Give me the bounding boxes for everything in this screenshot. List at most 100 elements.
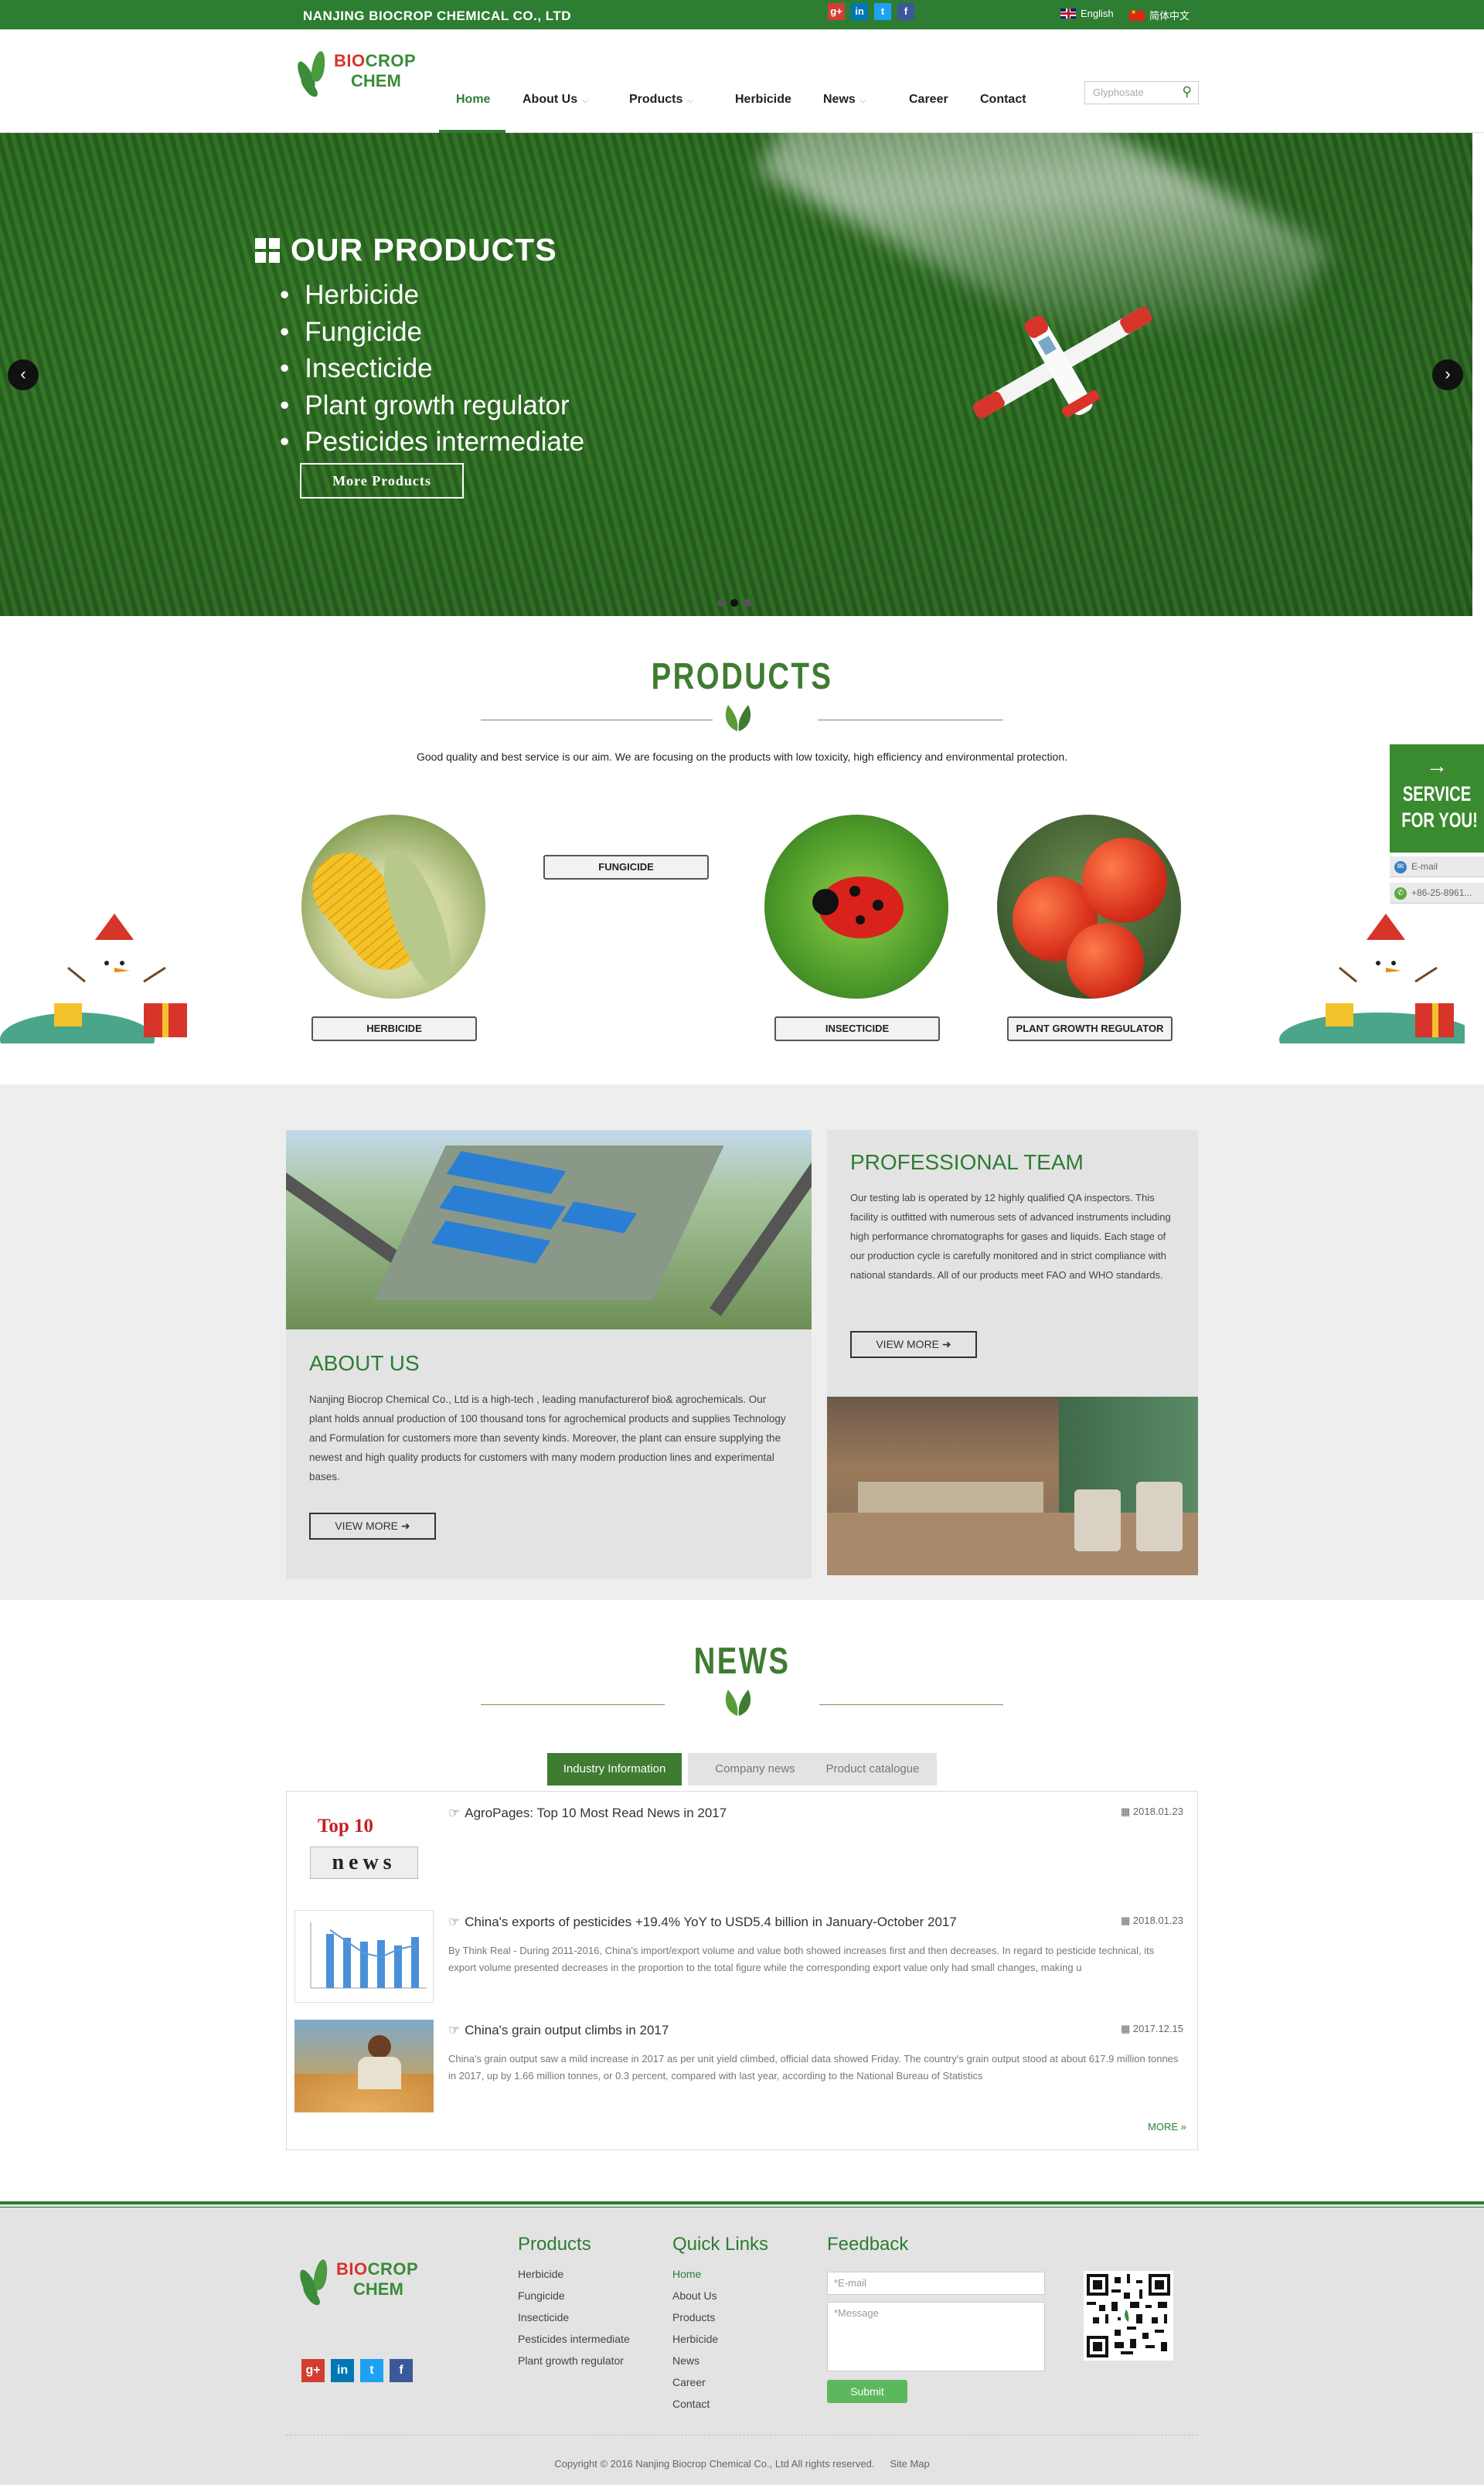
search-input[interactable]: Glyphosate ⚲ [1084,81,1199,104]
footer-link[interactable]: Pesticides intermediate [518,2333,630,2345]
circle-arrow-icon: ➜ [941,1338,951,1350]
qr-code-image [1084,2271,1173,2361]
circle-arrow-icon: ➜ [400,1520,410,1532]
hero-list-item: Pesticides intermediate [280,424,584,461]
tab-company-news[interactable]: Company news [688,1753,822,1785]
tab-product-catalogue[interactable]: Product catalogue [808,1753,937,1785]
phone-icon: ✆ [1394,887,1407,900]
nav-news[interactable]: News ⌵ [823,93,866,107]
hero-title: OUR PRODUCTS [255,232,557,268]
leaf-icon [725,705,751,731]
china-flag-icon [1129,9,1145,21]
footer-link[interactable]: Herbicide [672,2333,718,2345]
plant-growth-regulator-image[interactable] [997,815,1181,999]
leaf-icon [725,1690,751,1716]
arrow-right-icon: → [1426,754,1448,778]
chevron-down-icon: ⌵ [687,97,693,105]
about-view-more-button[interactable]: VIEW MORE ➜ [309,1513,436,1540]
feedback-submit-button[interactable]: Submit [827,2380,907,2403]
nav-home[interactable]: Home [456,93,490,107]
language-english[interactable]: English [1060,8,1114,19]
footer-link[interactable]: Plant growth regulator [518,2354,624,2367]
twitter-icon[interactable]: t [360,2359,383,2382]
footer-link[interactable]: Home [672,2268,701,2280]
nav-contact[interactable]: Contact [980,93,1026,107]
footer-link[interactable]: About Us [672,2289,717,2302]
hero-list-item: Herbicide [280,277,584,314]
insecticide-button[interactable]: INSECTICIDE [774,1016,940,1041]
herbicide-button[interactable]: HERBICIDE [311,1016,477,1041]
news-title[interactable]: ☞ China's exports of pesticides +19.4% Yo… [448,1915,957,1930]
twitter-icon[interactable]: t [874,3,891,20]
news-title[interactable]: ☞ China's grain output climbs in 2017 [448,2023,669,2038]
hero-product-list: Herbicide Fungicide Insecticide Plant gr… [280,277,584,461]
about-title: ABOUT US [309,1351,420,1375]
snowman-decoration-left [0,914,187,1043]
factory-aerial-image [286,1130,812,1329]
language-chinese[interactable]: 简体中文 [1129,8,1190,22]
more-products-button[interactable]: More Products [300,463,464,499]
facebook-icon[interactable]: f [390,2359,413,2382]
google-plus-icon[interactable]: g+ [828,3,845,20]
feedback-message-field[interactable]: *Message [827,2302,1045,2371]
news-more-link[interactable]: MORE » [1148,2121,1186,2133]
products-intro: Good quality and best service is our aim… [417,751,1067,763]
linkedin-icon[interactable]: in [331,2359,354,2382]
nav-products[interactable]: Products ⌵ [629,93,693,107]
facebook-icon[interactable]: f [897,3,914,20]
news-title[interactable]: ☞ AgroPages: Top 10 Most Read News in 201… [448,1806,727,1821]
footer-link[interactable]: Fungicide [518,2289,565,2302]
nav-herbicide[interactable]: Herbicide [735,93,791,107]
linkedin-icon[interactable]: in [851,3,868,20]
search-icon[interactable]: ⚲ [1183,84,1192,100]
grid-icon [255,238,280,263]
tab-industry-information[interactable]: Industry Information [547,1753,682,1785]
slider-dot-active[interactable] [730,599,738,607]
footer-products-title: Products [518,2234,591,2255]
products-section-title: PRODUCTS [651,656,833,697]
uk-flag-icon [1060,9,1076,19]
about-text: Nanjing Biocrop Chemical Co., Ltd is a h… [309,1394,786,1482]
google-plus-icon[interactable]: g+ [301,2359,325,2382]
slider-prev-arrow-icon[interactable]: ‹ [8,359,39,390]
news-date: ▦ 2018.01.23 [1121,1915,1183,1926]
plant-growth-regulator-button[interactable]: PLANT GROWTH REGULATOR [1007,1016,1173,1041]
footer-link[interactable]: Insecticide [518,2311,569,2323]
footer-logo[interactable]: BIOCROP CHEM [296,2245,435,2315]
slider-next-arrow-icon[interactable]: › [1432,359,1463,390]
team-view-more-button[interactable]: VIEW MORE ➜ [850,1331,977,1358]
footer-separator [286,2435,1198,2436]
nav-about-us[interactable]: About Us ⌵ [522,93,588,107]
hero-list-item: Plant growth regulator [280,387,584,424]
hero-list-item: Fungicide [280,314,584,351]
feedback-email-field[interactable]: *E-mail [827,2272,1045,2295]
herbicide-image[interactable] [301,815,485,999]
email-icon: ✉ [1394,861,1407,873]
footer-link[interactable]: Contact [672,2398,710,2410]
service-email[interactable]: ✉ E-mail [1390,856,1484,877]
lab-interior-image [827,1397,1198,1575]
footer-link[interactable]: Products [672,2311,715,2323]
calendar-icon: ▦ [1121,1806,1131,1817]
site-map-link[interactable]: Site Map [890,2458,929,2470]
news-thumbnail[interactable]: Top 10 news [294,1800,434,1893]
news-date: ▦ 2018.01.23 [1121,1806,1183,1817]
news-description: By Think Real - During 2011-2016, China'… [448,1945,1155,1973]
logo[interactable]: BIOCROP CHEM [294,37,433,107]
slider-dot[interactable] [717,599,725,607]
footer-link[interactable]: News [672,2354,699,2367]
chevron-down-icon: ⌵ [582,97,588,105]
footer-link[interactable]: Herbicide [518,2268,563,2280]
hand-pointer-icon: ☞ [448,2023,461,2037]
insecticide-image[interactable] [764,815,948,999]
service-widget[interactable]: → SERVICE FOR YOU! [1390,744,1484,853]
service-phone[interactable]: ✆ +86-25-8961... [1390,883,1484,904]
fungicide-button[interactable]: FUNGICIDE [543,855,709,880]
slider-dot[interactable] [744,599,751,607]
news-thumbnail[interactable] [294,2020,434,2112]
footer-feedback-title: Feedback [827,2234,909,2255]
footer-link[interactable]: Career [672,2376,706,2388]
nav-career[interactable]: Career [909,93,948,107]
company-name: NANJING BIOCROP CHEMICAL CO., LTD [303,9,572,23]
news-thumbnail[interactable] [294,1910,434,2003]
